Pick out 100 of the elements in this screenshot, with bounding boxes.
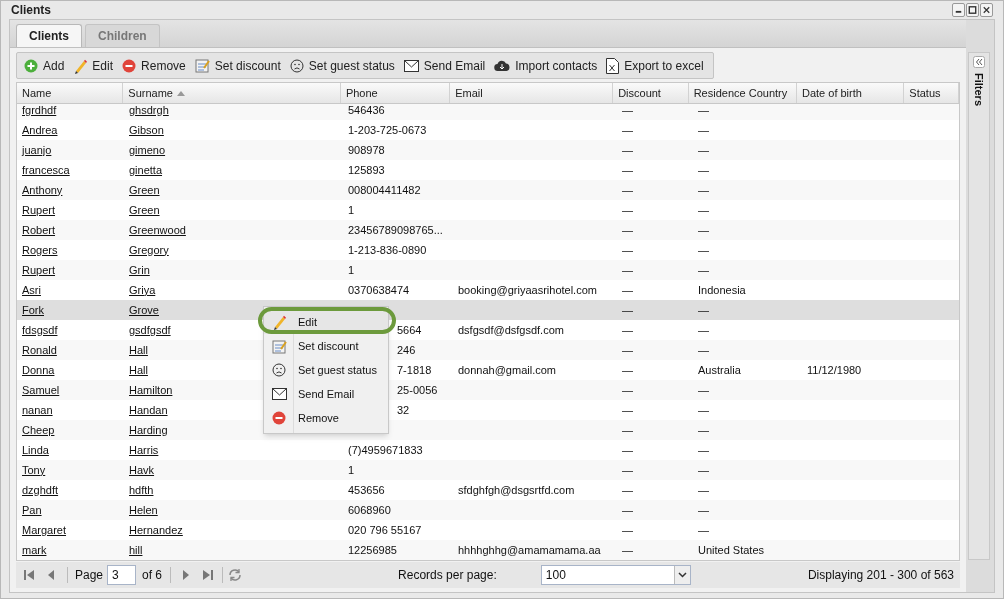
table-row[interactable]: mark hill 12256985 hhhhghhg@amamamama.aa — United States (17, 540, 959, 560)
name-link[interactable]: francesca (22, 163, 70, 176)
tab[interactable]: Clients (16, 24, 82, 47)
column-header[interactable]: Surname (123, 83, 341, 103)
name-link[interactable]: mark (22, 543, 47, 556)
name-link[interactable]: gimeno (129, 143, 166, 156)
toolbar-button[interactable]: Add (21, 54, 68, 77)
first-page-icon[interactable] (23, 569, 35, 581)
expand-icon[interactable] (973, 56, 985, 68)
table-cell: — (622, 143, 633, 156)
pencil-icon (73, 57, 88, 74)
window-title: Clients (11, 2, 51, 19)
table-cell: — (698, 483, 709, 496)
name-link[interactable]: hill (129, 543, 143, 556)
column-header[interactable]: Name (17, 83, 124, 103)
toolbar-button[interactable]: Import contacts (491, 54, 601, 77)
name-link[interactable]: Havk (129, 463, 155, 476)
name-link[interactable]: Hall (129, 343, 148, 356)
name-link[interactable]: Samuel (22, 383, 60, 396)
table-cell: — (622, 263, 633, 276)
refresh-icon[interactable] (228, 568, 243, 582)
name-link[interactable]: Grove (129, 303, 159, 316)
name-link[interactable]: Tony (22, 463, 46, 476)
name-link[interactable]: Cheep (22, 423, 55, 436)
name-link[interactable]: Donna (22, 363, 55, 376)
name-link[interactable]: Fork (22, 303, 44, 316)
maximize-button[interactable] (966, 3, 979, 17)
name-link[interactable]: juanjo (22, 143, 52, 156)
name-link[interactable]: dzghdft (22, 483, 59, 496)
table-cell: — (698, 303, 709, 316)
name-link[interactable]: Rupert (22, 203, 56, 216)
column-header[interactable]: Phone (340, 83, 451, 103)
name-link[interactable]: hdfth (129, 483, 154, 496)
toolbar-button[interactable]: Send Email (400, 54, 489, 77)
table-row[interactable]: Tony Havk 1 — — (17, 460, 959, 480)
name-link[interactable]: gsdfgsdf (129, 323, 171, 336)
name-link[interactable]: Green (129, 183, 160, 196)
last-page-icon[interactable] (202, 569, 215, 581)
name-link[interactable]: Asri (22, 283, 41, 296)
table-row[interactable]: Anthony Green 008004411482 — — (17, 180, 959, 200)
toolbar-button[interactable]: Edit (70, 54, 117, 77)
toolbar-button[interactable]: Export to excel (603, 54, 707, 77)
name-link[interactable]: Hall (129, 363, 148, 376)
name-link[interactable]: Grin (129, 263, 150, 276)
table-cell: 246 (397, 343, 416, 356)
name-link[interactable]: Anthony (22, 183, 63, 196)
table-row[interactable]: Rupert Grin 1 — — (17, 260, 959, 280)
table-row[interactable]: Pan Helen 6068960 — — (17, 500, 959, 520)
table-row[interactable]: juanjo gimeno 908978 — — (17, 140, 959, 160)
name-link[interactable]: Robert (22, 223, 56, 236)
column-header[interactable]: Discount (613, 83, 689, 103)
pencil-icon (272, 314, 286, 330)
name-link[interactable]: Helen (129, 503, 158, 516)
table-row[interactable]: Robert Greenwood 23456789098765... — — (17, 220, 959, 240)
minimize-button[interactable] (952, 3, 965, 17)
filters-panel[interactable]: Filters (968, 52, 990, 560)
table-cell: hhhhghhg@amamamama.aa (458, 543, 601, 556)
name-link[interactable]: nanan (22, 403, 53, 416)
table-cell: — (698, 503, 709, 516)
close-button[interactable] (980, 3, 993, 17)
toolbar-button[interactable]: Remove (119, 54, 189, 77)
name-link[interactable]: ginetta (129, 163, 163, 176)
name-link[interactable]: Hernandez (129, 523, 183, 536)
name-link[interactable]: Gregory (129, 243, 169, 256)
name-link[interactable]: Ronald (22, 343, 57, 356)
previous-page-icon[interactable] (46, 569, 56, 581)
name-link[interactable]: Griya (129, 283, 156, 296)
column-header[interactable]: Residence Country (688, 83, 797, 103)
name-link[interactable]: ghsdrgh (129, 104, 169, 116)
records-per-page-select[interactable]: 100 (540, 565, 691, 585)
column-header[interactable]: Email (450, 83, 614, 103)
name-link[interactable]: Margaret (22, 523, 67, 536)
column-header[interactable]: Status (904, 83, 959, 103)
name-link[interactable]: Rogers (22, 243, 58, 256)
name-link[interactable]: Hamilton (129, 383, 173, 396)
toolbar-button[interactable]: Set guest status (286, 54, 398, 77)
name-link[interactable]: Rupert (22, 263, 56, 276)
notepad-icon (194, 58, 210, 73)
name-link[interactable]: Linda (22, 443, 49, 456)
table-cell: — (698, 243, 709, 256)
column-header[interactable]: Date of birth (797, 83, 905, 103)
name-link[interactable]: fgrdhdf (22, 104, 57, 116)
name-link[interactable]: Andrea (22, 123, 58, 136)
page-label: Page (75, 567, 104, 584)
name-link[interactable]: Gibson (129, 123, 164, 136)
table-cell: — (622, 363, 633, 376)
toolbar-button[interactable]: Set discount (191, 54, 284, 77)
close-icon (981, 4, 992, 16)
table-cell: — (698, 423, 709, 436)
menu-item[interactable]: Set guest status (264, 358, 388, 382)
page-field[interactable]: 3 (107, 565, 137, 585)
name-link[interactable]: Greenwood (129, 223, 186, 236)
name-link[interactable]: Pan (22, 503, 42, 516)
name-link[interactable]: Green (129, 203, 160, 216)
name-link[interactable]: Handan (129, 403, 168, 416)
name-link[interactable]: fdsgsdf (22, 323, 58, 336)
name-link[interactable]: Harding (129, 423, 168, 436)
minus-icon (272, 411, 286, 425)
name-link[interactable]: Harris (129, 443, 159, 456)
table-row[interactable]: fgrdhdf ghsdrgh 546436 — — (17, 104, 959, 120)
